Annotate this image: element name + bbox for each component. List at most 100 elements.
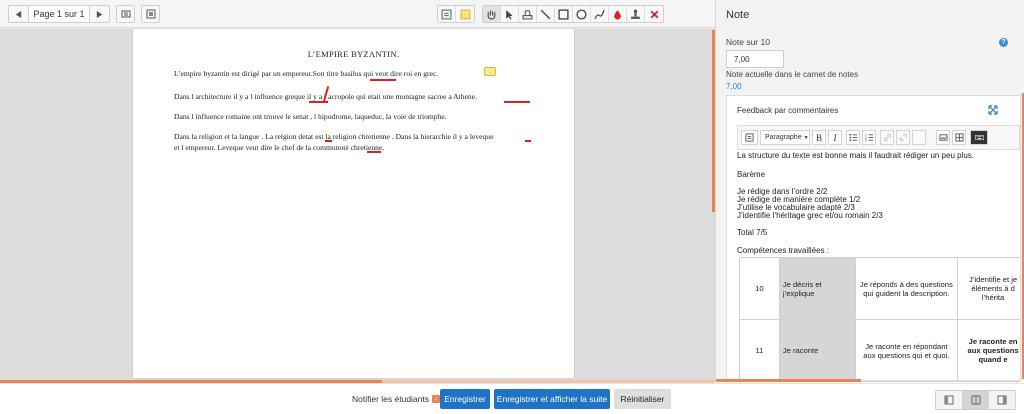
bareme-item: J’identifie l’héritage grec et/ou romain… bbox=[737, 211, 883, 220]
emoji-button[interactable] bbox=[912, 130, 926, 145]
expand-icon bbox=[146, 9, 155, 19]
next-page-button[interactable] bbox=[89, 5, 110, 23]
expand-view-button[interactable] bbox=[141, 5, 160, 23]
fullscreen-icon[interactable] bbox=[988, 105, 998, 115]
document-line: L’empire byzantin est dirigé par un empe… bbox=[174, 69, 439, 78]
annotation-underline[interactable] bbox=[525, 140, 531, 142]
thumbnails-button[interactable] bbox=[116, 5, 135, 23]
annotation-toolbar: Page 1 sur 1 bbox=[0, 0, 715, 28]
hand-tool-icon bbox=[487, 10, 496, 20]
help-icon[interactable]: ? bbox=[999, 38, 1008, 47]
unlink-button[interactable] bbox=[896, 130, 910, 145]
rubric-row: 10 Je décris et j’explique Je réponds à … bbox=[739, 257, 1020, 320]
chevron-down-icon: ▼ bbox=[803, 134, 809, 141]
save-and-next-button[interactable]: Enregistrer et afficher la suite bbox=[494, 389, 610, 409]
comment-tools bbox=[437, 5, 475, 23]
layout-left-icon bbox=[944, 395, 954, 405]
grade-input[interactable]: 7,00 bbox=[726, 50, 784, 68]
layout-right-icon bbox=[997, 395, 1007, 405]
stamp-tool-icon bbox=[631, 9, 640, 19]
oval-tool-button[interactable] bbox=[573, 6, 591, 22]
toolbar-toggle-button[interactable] bbox=[741, 130, 758, 145]
format-select[interactable]: Paragraphe ▼ bbox=[760, 130, 810, 145]
media-icon bbox=[954, 133, 964, 142]
italic-button[interactable]: I bbox=[828, 130, 842, 145]
rubric-criterion: Je raconte en aux questions quand e bbox=[957, 319, 1020, 382]
rubric-criterion: J’identifie et je éléments à d l’hérita bbox=[957, 257, 1020, 320]
line-tool-button[interactable] bbox=[537, 6, 555, 22]
save-button[interactable]: Enregistrer bbox=[440, 389, 490, 409]
document-line: et l empereur. Leveque veut dire le chef… bbox=[174, 143, 385, 152]
color-drop-icon bbox=[614, 9, 621, 19]
rubric-criterion: Je raconte en répondant aux questions qu… bbox=[854, 319, 959, 382]
rectangle-tool-button[interactable] bbox=[555, 6, 573, 22]
annotation-underline[interactable] bbox=[367, 151, 381, 153]
delete-annotation-button[interactable] bbox=[645, 6, 663, 22]
bullet-list-icon bbox=[848, 133, 857, 142]
feedback-title: Feedback par commentaires bbox=[737, 106, 839, 115]
bareme-heading: Barème bbox=[737, 170, 766, 179]
rubric-table: 10 Je décris et j’explique Je réponds à … bbox=[739, 257, 1020, 382]
document-page[interactable]: L’EMPIRE BYZANTIN. L’empire byzantin est… bbox=[133, 29, 574, 378]
competences-heading: Compétences travaillées : bbox=[737, 246, 830, 255]
comment-tool-button[interactable] bbox=[438, 6, 456, 22]
layout-split-icon bbox=[971, 395, 980, 405]
accessibility-button[interactable] bbox=[970, 130, 988, 145]
unlink-icon bbox=[899, 133, 907, 142]
document-line: Dans l influence romaine ont trouve le s… bbox=[174, 112, 447, 121]
stamp-comment-button[interactable] bbox=[519, 6, 537, 22]
previous-page-button[interactable] bbox=[8, 5, 29, 23]
annotation-underline[interactable] bbox=[504, 101, 530, 103]
numbered-list-button[interactable]: 123 bbox=[862, 130, 876, 145]
annotation-underline[interactable] bbox=[309, 101, 328, 103]
stamp-tool-button[interactable] bbox=[627, 6, 645, 22]
page-indicator: Page 1 sur 1 bbox=[29, 5, 89, 23]
layout-switcher bbox=[935, 390, 1016, 410]
layout-split-button[interactable] bbox=[962, 391, 990, 409]
arrow-left-icon bbox=[15, 10, 22, 18]
panel-horizontal-scrollbar[interactable] bbox=[716, 379, 861, 382]
comment-tool-icon bbox=[441, 9, 452, 19]
delete-icon bbox=[650, 10, 658, 18]
document-title: L’EMPIRE BYZANTIN. bbox=[307, 49, 400, 59]
bullet-list-button[interactable] bbox=[846, 130, 860, 145]
media-button[interactable] bbox=[952, 130, 966, 145]
total-line: Total 7/5 bbox=[737, 228, 768, 237]
color-picker-button[interactable] bbox=[609, 6, 627, 22]
layout-right-button[interactable] bbox=[989, 391, 1015, 409]
rubric-skill: Je décris et j’explique bbox=[778, 257, 856, 320]
panel-title: Note bbox=[726, 9, 750, 21]
gradebook-value[interactable]: 7,00 bbox=[726, 82, 742, 91]
hand-tool-button[interactable] bbox=[483, 6, 501, 22]
document-canvas[interactable]: L’EMPIRE BYZANTIN. L’empire byzantin est… bbox=[0, 29, 715, 381]
editor-toolbar: Paragraphe ▼ B I 123 bbox=[737, 125, 1020, 150]
notify-students-checkbox[interactable]: Notifier les étudiants ✓ bbox=[352, 394, 441, 404]
image-button[interactable] bbox=[936, 130, 950, 145]
annotation-underline[interactable] bbox=[325, 140, 332, 142]
annotation-underline[interactable] bbox=[370, 79, 396, 81]
layout-left-button[interactable] bbox=[936, 391, 963, 409]
bold-button[interactable]: B bbox=[812, 130, 826, 145]
image-icon bbox=[938, 134, 948, 141]
pen-tool-button[interactable] bbox=[591, 6, 609, 22]
feedback-section: Feedback par commentaires Paragraphe ▼ B… bbox=[726, 95, 1021, 382]
highlight-tool-icon bbox=[460, 9, 470, 19]
highlight-tool-button[interactable] bbox=[456, 6, 474, 22]
reset-button[interactable]: Réinitialiser bbox=[614, 389, 671, 409]
gradebook-label: Note actuelle dans le carnet de notes bbox=[726, 70, 859, 79]
pdf-viewer: Page 1 sur 1 L’EMPIRE BYZANTIN. L’empire… bbox=[0, 0, 715, 381]
grade-label: Note sur 10 bbox=[726, 37, 770, 47]
line-tool-icon bbox=[540, 9, 551, 19]
keyboard-icon bbox=[974, 134, 984, 141]
link-button[interactable] bbox=[880, 130, 894, 145]
comment-marker[interactable] bbox=[484, 67, 496, 76]
select-tool-button[interactable] bbox=[501, 6, 519, 22]
drawing-tools bbox=[482, 5, 664, 23]
feedback-intro: La structure du texte est bonne mais il … bbox=[737, 151, 975, 160]
svg-text:3: 3 bbox=[865, 139, 867, 142]
grading-panel: Note Note sur 10 ? 7,00 Note actuelle da… bbox=[715, 0, 1024, 382]
select-tool-icon bbox=[506, 9, 513, 19]
checkbox-checked-icon[interactable]: ✓ bbox=[432, 395, 441, 403]
feedback-editor[interactable]: La structure du texte est bonne mais il … bbox=[737, 151, 1020, 382]
menu-icon bbox=[745, 133, 754, 142]
